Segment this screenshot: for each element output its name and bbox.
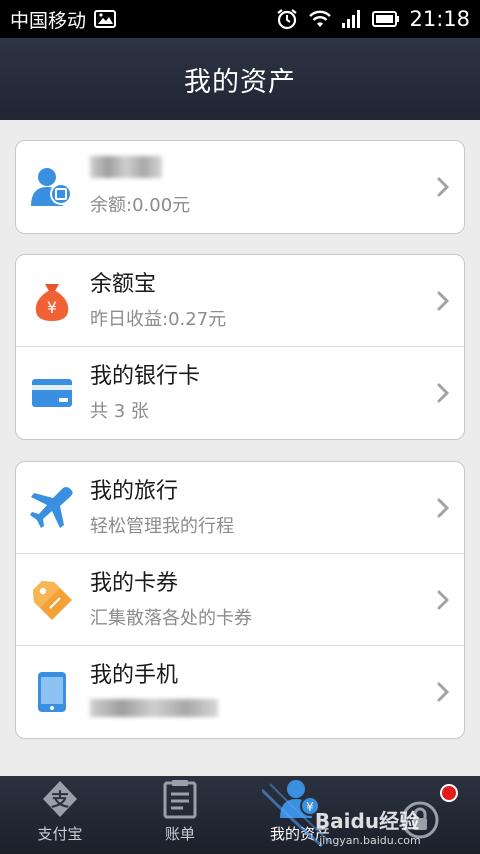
services-card: 我的旅行 轻松管理我的行程 我的卡券 汇集散落各处的卡券 我的手机 (15, 461, 465, 739)
account-name (90, 156, 464, 186)
coupon-tag-icon (16, 578, 88, 622)
battery-icon (372, 10, 400, 28)
notification-badge (440, 784, 458, 802)
tab-security[interactable] (360, 776, 480, 854)
phone-title: 我的手机 (90, 663, 179, 688)
bank-card-row[interactable]: 我的银行卡 共 3 张 (16, 347, 464, 439)
chevron-right-icon (437, 498, 450, 517)
image-notification-icon (94, 10, 117, 28)
travel-subtitle: 轻松管理我的行程 (90, 515, 234, 537)
bottom-tab-bar: 支 支付宝 账单 ¥ 我的资产 (0, 776, 480, 854)
chevron-right-icon (437, 177, 450, 197)
bank-card-title: 我的银行卡 (90, 364, 201, 389)
phone-row[interactable]: 我的手机 (16, 646, 464, 738)
tab-bill[interactable]: 账单 (120, 776, 240, 854)
yuebao-title: 余额宝 (90, 271, 157, 297)
tab-my-assets-label: 我的资产 (269, 825, 330, 843)
page-title-bar: 我的资产 (0, 38, 480, 120)
carrier-name: 中国移动 (10, 9, 87, 32)
assets-card: ¥ 余额宝 昨日收益:0.27元 我的银行卡 共 3 张 (15, 254, 465, 440)
alarm-icon (275, 8, 299, 30)
airplane-icon (16, 486, 88, 529)
money-bag-icon: ¥ (16, 280, 88, 322)
bill-icon (158, 779, 202, 819)
chevron-right-icon (437, 383, 450, 403)
my-assets-icon: ¥ (278, 779, 322, 819)
yuebao-row[interactable]: ¥ 余额宝 昨日收益:0.27元 (16, 255, 464, 347)
signal-icon (341, 9, 363, 29)
bank-card-count: 共 3 张 (90, 401, 149, 422)
travel-row[interactable]: 我的旅行 轻松管理我的行程 (16, 462, 464, 554)
phone-number (90, 699, 464, 723)
tab-alipay-label: 支付宝 (37, 825, 83, 843)
tab-my-assets[interactable]: ¥ 我的资产 (240, 776, 360, 854)
chevron-right-icon (437, 590, 450, 609)
user-account-icon (16, 166, 88, 208)
coupon-title: 我的卡券 (90, 570, 179, 596)
bank-card-icon (16, 378, 88, 408)
security-icon (398, 800, 442, 840)
clock: 21:18 (409, 7, 470, 31)
phone-icon (16, 671, 88, 713)
tab-alipay[interactable]: 支 支付宝 (0, 776, 120, 854)
status-bar: 中国移动 21:18 (0, 0, 480, 38)
alipay-icon: 支 (38, 779, 82, 819)
travel-title: 我的旅行 (90, 478, 179, 504)
chevron-right-icon (437, 291, 450, 310)
page-title: 我的资产 (184, 66, 296, 98)
coupon-row[interactable]: 我的卡券 汇集散落各处的卡券 (16, 554, 464, 646)
wifi-icon (308, 9, 332, 29)
chevron-right-icon (437, 682, 450, 702)
svg-text:支: 支 (50, 789, 70, 811)
coupon-subtitle: 汇集散落各处的卡券 (90, 607, 252, 629)
svg-text:¥: ¥ (47, 298, 57, 317)
svg-text:¥: ¥ (306, 800, 314, 814)
account-balance: 余额:0.00元 (90, 195, 191, 216)
account-row[interactable]: 余额:0.00元 (16, 141, 464, 233)
tab-bill-label: 账单 (164, 825, 195, 843)
yuebao-subtitle: 昨日收益:0.27元 (90, 308, 227, 330)
account-card: 余额:0.00元 (15, 140, 465, 234)
